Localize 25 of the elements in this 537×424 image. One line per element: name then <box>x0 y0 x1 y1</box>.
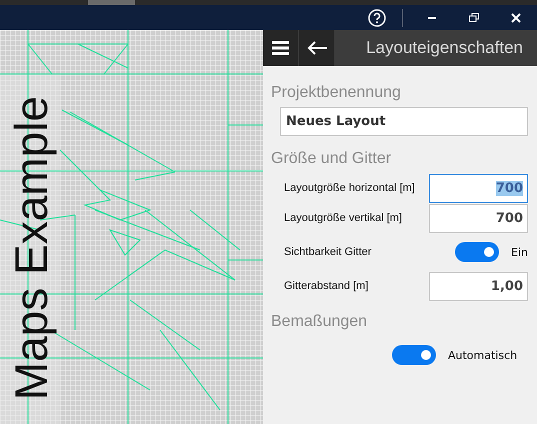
map-title: Maps Example <box>8 96 54 400</box>
panel-title: Layouteigenschaften <box>365 37 524 59</box>
help-icon <box>368 8 386 26</box>
back-arrow-icon <box>306 41 326 55</box>
section-heading: Größe und Gitter <box>271 150 392 168</box>
toggle-switch[interactable] <box>455 242 500 262</box>
menu-button[interactable] <box>263 30 299 66</box>
toggle-state-text: Ein <box>511 246 528 258</box>
section-heading: Projektbenennung <box>271 84 402 102</box>
back-button[interactable] <box>299 30 335 66</box>
close-icon <box>511 12 521 22</box>
minimize-icon <box>428 16 436 19</box>
number-field[interactable]: 1,00 <box>429 272 528 300</box>
field-label: Layoutgröße vertikal [m] <box>284 212 403 224</box>
toggle-label: Sichtbarkeit Gitter <box>284 246 372 258</box>
menu-icon <box>272 41 289 55</box>
name-field[interactable]: Neues Layout <box>280 107 528 136</box>
field-label: Layoutgröße horizontal [m] <box>284 182 416 194</box>
restore-icon <box>469 13 479 22</box>
number-field[interactable]: 700 <box>429 204 528 232</box>
toggle-switch[interactable] <box>392 345 436 365</box>
number-field[interactable]: 700 <box>429 174 528 202</box>
field-label: Gitterabstand [m] <box>284 280 370 292</box>
section-heading: Bemaßungen <box>271 313 368 331</box>
toggle-state-text: Automatisch <box>448 348 518 362</box>
